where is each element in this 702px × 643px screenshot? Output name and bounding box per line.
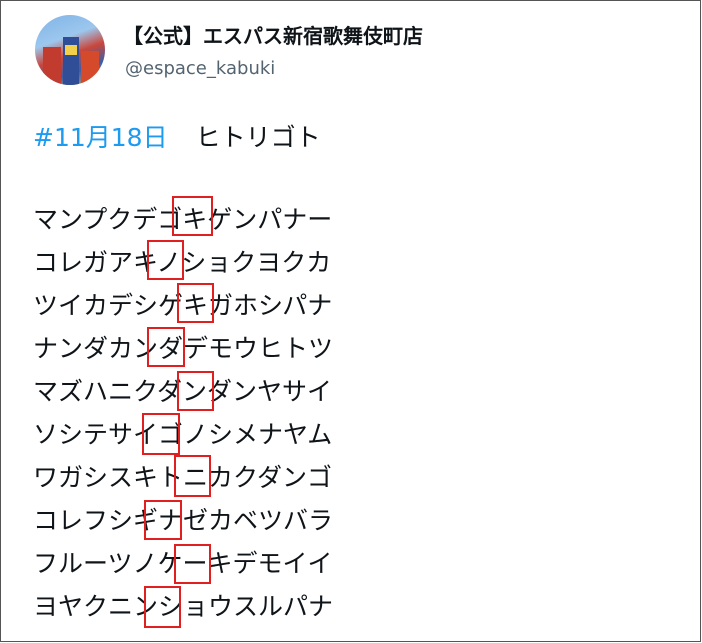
tweet-headline: #11月18日 ヒトリゴト: [33, 118, 321, 154]
highlight-box: [144, 586, 181, 628]
avatar-building: [81, 51, 99, 85]
highlight-box: [177, 371, 214, 411]
tweet-line: ソシテサイゴノシメナヤム: [33, 420, 333, 449]
highlight-box: [177, 283, 214, 323]
highlight-box: [174, 544, 211, 584]
highlight-box: [172, 196, 213, 236]
avatar-sign: [65, 45, 77, 55]
highlight-box: [147, 240, 184, 280]
tweet-line: コレフシギナゼカベツバラ: [33, 506, 334, 535]
highlight-box: [174, 455, 211, 497]
highlight-box: [147, 327, 185, 367]
hashtag-link[interactable]: #11月18日: [33, 123, 168, 152]
user-handle[interactable]: @espace_kabuki: [125, 58, 275, 79]
highlight-box: [144, 500, 182, 540]
tweet-line: ヨヤクニンショウスルパナ: [33, 592, 334, 621]
avatar[interactable]: [35, 15, 105, 85]
tweet-head-text: ヒトリゴト: [195, 123, 321, 152]
tweet-card: 【公式】エスパス新宿歌舞伎町店 @espace_kabuki #11月18日 ヒト…: [0, 0, 701, 642]
avatar-building: [43, 47, 61, 85]
display-name[interactable]: 【公式】エスパス新宿歌舞伎町店: [123, 20, 423, 49]
highlight-box: [142, 413, 180, 455]
